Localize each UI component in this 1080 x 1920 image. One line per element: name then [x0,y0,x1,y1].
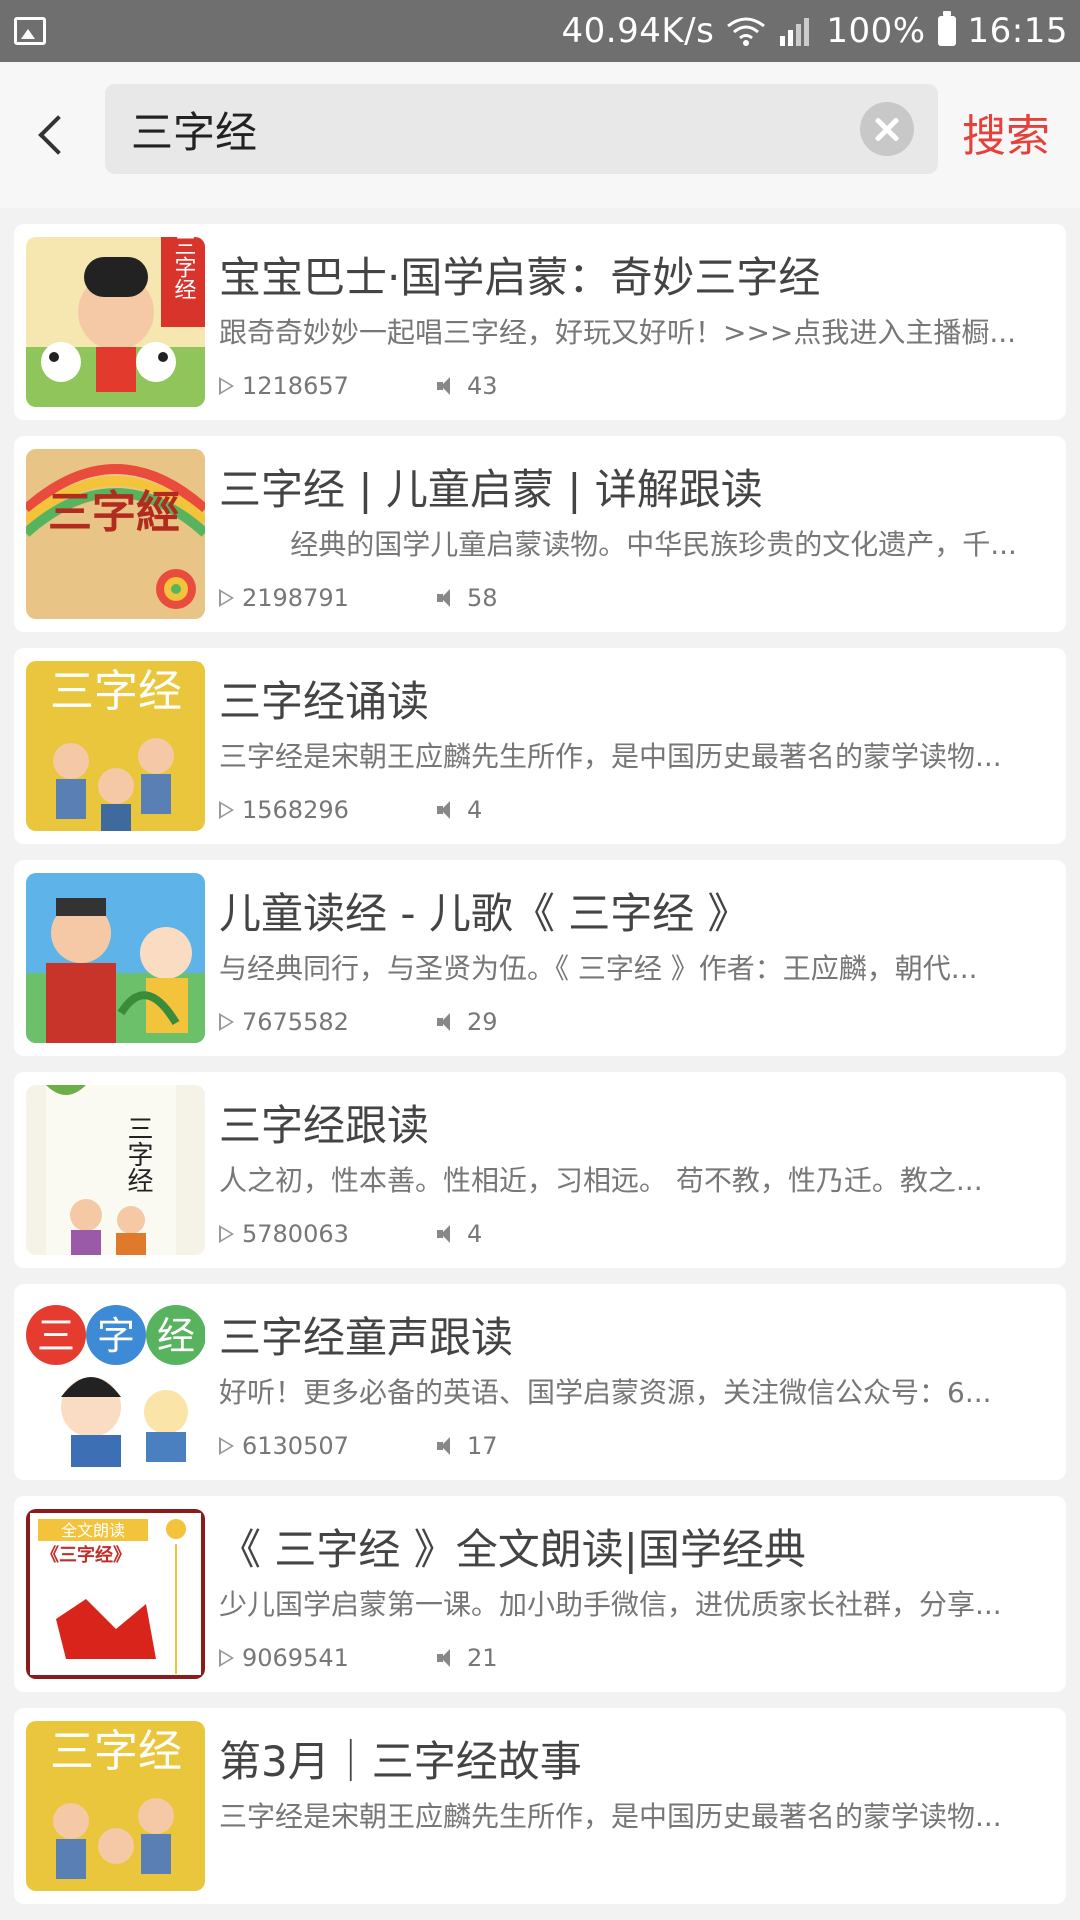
episode-count: 4 [467,1220,483,1248]
result-item[interactable]: 三字經 三字经 | 儿童启蒙 | 详解跟读 经典的国学儿童启蒙读物。中华民族珍贵… [14,436,1066,632]
result-desc: 三字经是宋朝王应麟先生所作，是中国历史最著名的蒙学读物... [219,1800,1002,1833]
play-count: 7675582 [242,1008,349,1036]
result-title: 宝宝巴士·国学启蒙：奇妙三字经 [219,253,821,302]
episode-count-icon [437,1436,459,1456]
result-item[interactable]: 三字经 宝宝巴士·国学启蒙：奇妙三字经 跟奇奇妙妙一起唱三字经，好玩又好听！>>… [14,224,1066,420]
result-title: 三字经 | 儿童启蒙 | 详解跟读 [219,465,763,514]
episode-count-icon [437,800,459,820]
result-item[interactable]: 三 字 经 三字经童声跟读 好听！更多必备的英语、国学启蒙资源，关注微信公众号：… [14,1284,1066,1480]
svg-text:三字經: 三字經 [48,487,180,538]
album-cover: 全文朗读 《三字经》 [26,1509,205,1679]
play-count-icon [219,1437,234,1455]
result-item[interactable]: 三字经 第3月｜三字经故事 三字经是宋朝王应麟先生所作，是中国历史最著名的蒙学读… [14,1708,1066,1904]
svg-text:字: 字 [97,1314,135,1358]
result-title: 三字经跟读 [219,1101,430,1150]
play-count-icon [219,801,234,819]
search-box[interactable] [105,83,938,175]
result-desc: 与经典同行，与圣贤为伍。《 三字经 》作者：王应麟，朝代... [219,952,978,985]
svg-text:三: 三 [37,1314,75,1358]
result-title: 第3月｜三字经故事 [219,1737,582,1786]
result-meta: 1218657 43 [219,372,498,400]
result-item[interactable]: 三字经 三字经跟读 人之初，性本善。性相近，习相远。 苟不教，性乃迁。教之...… [14,1072,1066,1268]
result-item[interactable]: 儿童读经 - 儿歌《 三字经 》 与经典同行，与圣贤为伍。《 三字经 》作者：王… [14,860,1066,1056]
svg-text:三字经: 三字经 [123,1115,153,1193]
album-cover: 三字经 [26,237,205,407]
play-count: 1218657 [242,372,349,400]
result-desc: 跟奇奇妙妙一起唱三字经，好玩又好听！>>>点我进入主播橱... [219,316,1017,349]
result-title: 《 三字经 》全文朗读|国学经典 [219,1525,806,1574]
play-count: 9069541 [242,1644,349,1672]
chevron-left-icon [37,115,78,155]
result-item[interactable]: 三字经 三字经诵读 三字经是宋朝王应麟先生所作，是中国历史最著名的蒙学读物...… [14,648,1066,844]
album-cover: 三 字 经 [26,1297,205,1467]
svg-text:经: 经 [157,1314,195,1358]
result-meta: 1568296 4 [219,796,482,824]
result-desc: 经典的国学儿童启蒙读物。中华民族珍贵的文化遗产，千... [219,528,1017,561]
status-bar: 40.94K/s 100% 16:15 [0,0,1080,62]
play-count-icon [219,1013,234,1031]
results-list: 三字经 宝宝巴士·国学启蒙：奇妙三字经 跟奇奇妙妙一起唱三字经，好玩又好听！>>… [14,208,1066,1904]
result-desc: 少儿国学启蒙第一课。加小助手微信，进优质家长社群，分享... [219,1588,1002,1621]
search-header: 搜索 [0,62,1080,208]
play-count: 6130507 [242,1432,349,1460]
svg-text:《三字经》: 《三字经》 [41,1544,131,1566]
network-speed: 40.94K/s [561,11,715,51]
episode-count-icon [437,1224,459,1244]
episode-count: 58 [467,584,498,612]
album-cover: 三字经 [26,1721,205,1891]
back-button[interactable] [0,62,105,208]
result-meta: 7675582 29 [219,1008,498,1036]
search-input[interactable] [105,83,860,175]
episode-count: 4 [467,796,483,824]
battery-icon [937,11,956,46]
result-desc: 好听！更多必备的英语、国学启蒙资源，关注微信公众号：6... [219,1376,992,1409]
result-meta: 5780063 4 [219,1220,482,1248]
play-count-icon [219,1649,234,1667]
album-cover: 三字经 [26,661,205,831]
episode-count-icon [437,588,459,608]
episode-count: 29 [467,1008,498,1036]
svg-text:三字经: 三字经 [171,237,197,300]
episode-count-icon [437,1012,459,1032]
clear-icon[interactable] [860,102,914,156]
episode-count-icon [437,1648,459,1668]
result-title: 儿童读经 - 儿歌《 三字经 》 [219,889,750,938]
svg-text:三字经: 三字经 [50,666,182,717]
gallery-icon [14,17,46,45]
result-title: 三字经诵读 [219,677,430,726]
signal-icon [780,18,810,46]
play-count: 5780063 [242,1220,349,1248]
wifi-icon [727,17,766,46]
result-meta: 9069541 21 [219,1644,498,1672]
result-meta: 2198791 58 [219,584,498,612]
result-title: 三字经童声跟读 [219,1313,514,1362]
result-desc: 三字经是宋朝王应麟先生所作，是中国历史最著名的蒙学读物... [219,740,1002,773]
album-cover: 三字经 [26,1085,205,1255]
svg-text:全文朗读: 全文朗读 [61,1521,125,1540]
album-cover: 三字經 [26,449,205,619]
episode-count: 43 [467,372,498,400]
result-desc: 人之初，性本善。性相近，习相远。 苟不教，性乃迁。教之... [219,1164,983,1197]
episode-count-icon [437,376,459,396]
album-cover [26,873,205,1043]
play-count-icon [219,1225,234,1243]
play-count-icon [219,377,234,395]
clock: 16:15 [967,11,1068,51]
play-count: 2198791 [242,584,349,612]
episode-count: 21 [467,1644,498,1672]
battery-percent: 100% [826,11,926,51]
play-count: 1568296 [242,796,349,824]
result-item[interactable]: 全文朗读 《三字经》 《 三字经 》全文朗读|国学经典 少儿国学启蒙第一课。加小… [14,1496,1066,1692]
search-button[interactable]: 搜索 [962,100,1050,164]
play-count-icon [219,589,234,607]
episode-count: 17 [467,1432,498,1460]
result-meta: 6130507 17 [219,1432,498,1460]
svg-text:三字经: 三字经 [50,1726,182,1777]
